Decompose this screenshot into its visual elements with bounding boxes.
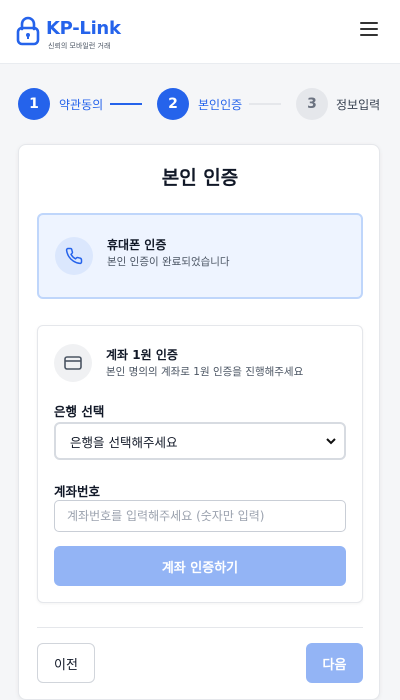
bank-select-value: 은행을 선택해주세요 [70, 434, 178, 450]
step-1-circle: 1 [18, 88, 50, 120]
app-header: KP-Link 신뢰의 모바일런 거래 [0, 0, 400, 64]
next-button[interactable]: 다음 [306, 643, 363, 683]
account-verification-box: 계좌 1원 인증 본인 명의의 계좌로 1원 인증을 진행해주세요 은행 선택 … [37, 325, 363, 603]
phone-verification-title: 휴대폰 인증 [107, 238, 167, 252]
verification-card: 본인 인증 휴대폰 인증 본인 인증이 완료되었습니다 계좌 1원 인증 본인 … [18, 144, 380, 700]
account-verification-description: 본인 명의의 계좌로 1원 인증을 진행해주세요 [106, 366, 304, 378]
chevron-down-icon [326, 438, 336, 445]
step-1-label: 약관동의 [59, 98, 104, 112]
step-3-label: 정보입력 [336, 98, 381, 112]
card-divider [37, 627, 363, 628]
account-number-label: 계좌번호 [54, 484, 101, 499]
step-3-circle: 3 [296, 88, 328, 120]
phone-verification-status: 본인 인증이 완료되었습니다 [107, 256, 230, 268]
phone-icon [55, 237, 93, 275]
step-connector-2 [249, 103, 281, 105]
phone-verification-box: 휴대폰 인증 본인 인증이 완료되었습니다 [37, 213, 363, 299]
account-verification-title: 계좌 1원 인증 [106, 348, 178, 362]
prev-button[interactable]: 이전 [37, 643, 95, 683]
credit-card-icon [54, 344, 92, 382]
step-connector-1 [110, 103, 142, 105]
step-2-circle: 2 [157, 88, 189, 120]
brand-name: KP-Link [46, 18, 121, 39]
bank-select[interactable]: 은행을 선택해주세요 [54, 422, 346, 460]
bank-select-label: 은행 선택 [54, 404, 105, 419]
verify-account-button[interactable]: 계좌 인증하기 [54, 546, 346, 586]
hamburger-menu-icon[interactable] [358, 20, 380, 38]
brand-tagline: 신뢰의 모바일런 거래 [48, 42, 111, 50]
account-number-input[interactable] [54, 500, 346, 532]
card-title: 본인 인증 [161, 167, 239, 189]
step-2-label: 본인인증 [198, 98, 243, 112]
progress-steps: 1 약관동의 2 본인인증 3 정보입력 [0, 64, 400, 144]
lock-icon [16, 16, 40, 46]
